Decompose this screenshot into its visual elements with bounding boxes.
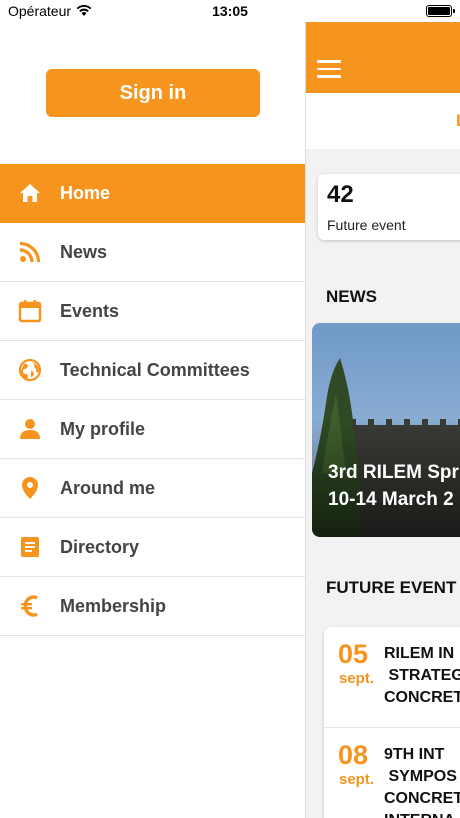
menu-item-membership[interactable]: Membership — [0, 577, 305, 636]
battery-icon — [426, 5, 455, 17]
home-icon — [0, 164, 60, 223]
menu-item-home[interactable]: Home — [0, 164, 305, 223]
event-title: 9TH INT SYMPOS CONCRET INTERNA — [384, 746, 460, 818]
stat-value: 42 — [327, 181, 354, 208]
menu-item-label: Technical Committees — [60, 359, 250, 380]
future-events-list: 05 sept. RILEM IN STRATEG CONCRET 08 sep… — [324, 627, 460, 818]
person-icon — [0, 400, 60, 459]
menu-item-label: Around me — [60, 477, 156, 498]
app-header — [306, 22, 460, 93]
header-tab-row: L — [306, 93, 460, 149]
menu-item-label: Membership — [60, 595, 167, 616]
euro-icon — [0, 577, 60, 636]
menu-item-label: Home — [60, 182, 111, 203]
document-icon — [0, 518, 60, 577]
menu-item-technical-committees[interactable]: Technical Committees — [0, 341, 305, 400]
event-list-item[interactable]: 05 sept. RILEM IN STRATEG CONCRET — [324, 627, 460, 728]
stat-label: Future event — [327, 217, 406, 233]
news-heading: NEWS — [326, 287, 377, 306]
drawer-menu: Home News Events Technical Committees My… — [0, 164, 305, 636]
news-title-line-1: 3rd RILEM Spr — [328, 462, 459, 483]
event-month: sept. — [339, 670, 375, 687]
sign-in-button[interactable]: Sign in — [46, 69, 260, 117]
menu-item-around-me[interactable]: Around me — [0, 459, 305, 518]
clock: 13:05 — [212, 3, 248, 19]
event-title: RILEM IN STRATEG CONCRET — [384, 645, 460, 706]
rss-icon — [0, 223, 60, 282]
event-month: sept. — [339, 771, 375, 788]
header-tab-label[interactable]: L — [456, 111, 460, 131]
status-bar: Opérateur 13:05 — [0, 0, 460, 22]
hamburger-menu-icon[interactable] — [317, 60, 341, 78]
menu-item-label: My profile — [60, 418, 146, 439]
news-title-line-2: 10-14 March 2 — [328, 489, 454, 510]
menu-item-label: News — [60, 241, 108, 262]
menu-item-label: Events — [60, 300, 120, 321]
future-event-stat-card[interactable]: 42 Future event — [318, 174, 460, 240]
side-drawer: Sign in Home News Events Technical Commi… — [0, 22, 305, 818]
menu-item-news[interactable]: News — [0, 223, 305, 282]
menu-item-my-profile[interactable]: My profile — [0, 400, 305, 459]
home-screen[interactable]: L 42 Future event NEWS 3rd RILEM — [305, 22, 460, 818]
menu-item-directory[interactable]: Directory — [0, 518, 305, 577]
event-day: 08 — [338, 740, 369, 770]
event-list-item[interactable]: 08 sept. 9TH INT SYMPOS CONCRET INTERNA — [324, 728, 460, 818]
future-events-heading: FUTURE EVENT — [326, 578, 457, 597]
calendar-icon — [0, 282, 60, 341]
location-pin-icon — [0, 459, 60, 518]
menu-item-label: Directory — [60, 536, 140, 557]
event-day: 05 — [338, 639, 369, 669]
menu-item-events[interactable]: Events — [0, 282, 305, 341]
news-card[interactable]: 3rd RILEM Spr 10-14 March 2 — [312, 323, 460, 537]
globe-icon — [0, 341, 60, 400]
